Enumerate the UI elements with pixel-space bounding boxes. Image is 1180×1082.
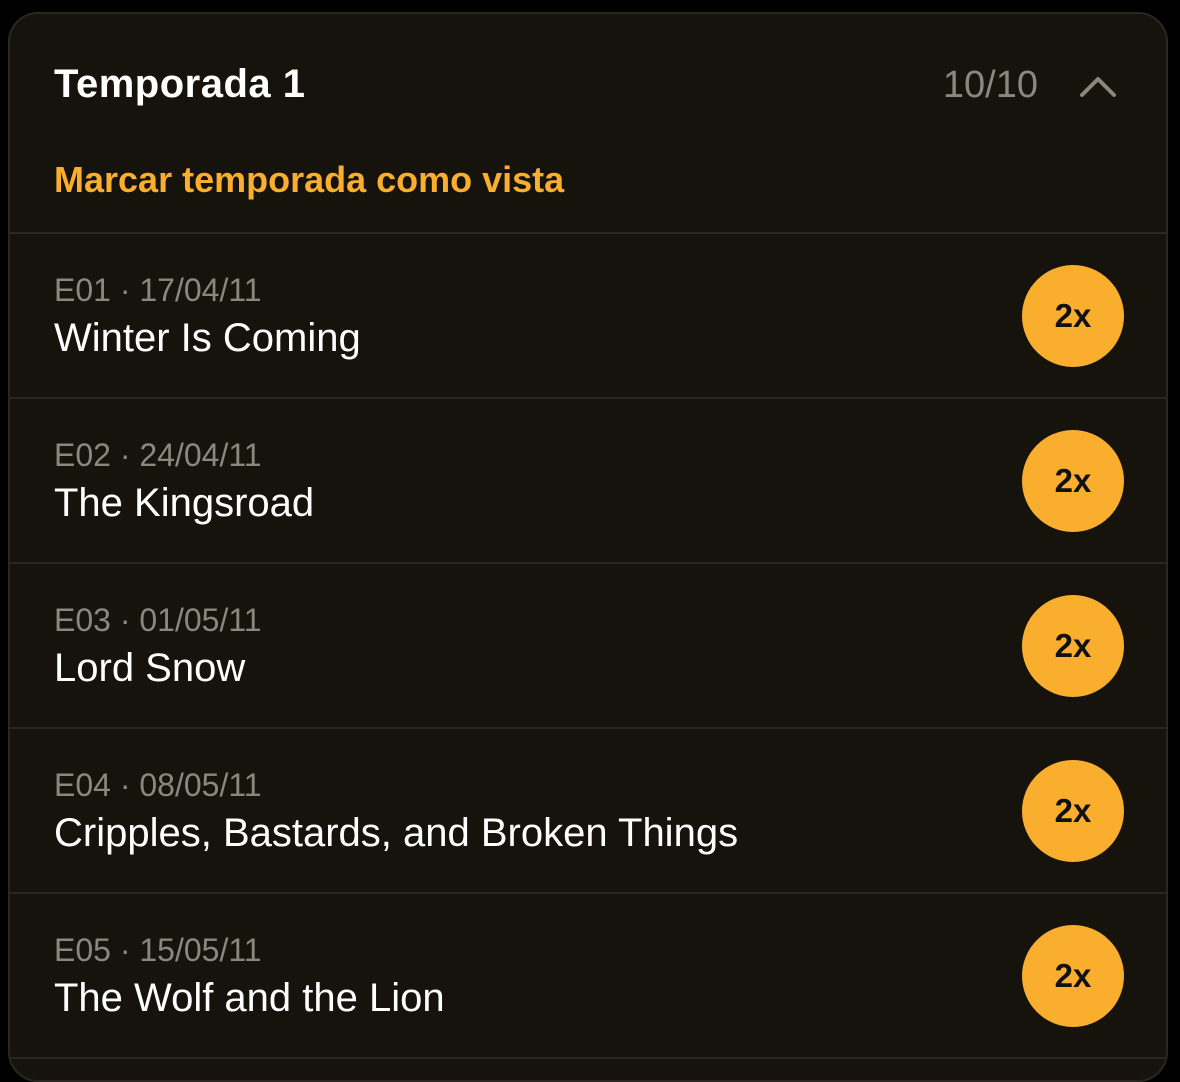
meta-separator: · xyxy=(119,932,131,968)
episode-row[interactable]: E02 · 24/04/11 The Kingsroad 2x xyxy=(10,399,1166,564)
collapse-button[interactable] xyxy=(1076,66,1120,106)
episode-code: E02 xyxy=(54,437,111,473)
mark-season-watched-link[interactable]: Marcar temporada como vista xyxy=(54,159,564,201)
meta-separator: · xyxy=(119,767,131,803)
episode-date: 15/05/11 xyxy=(139,932,262,968)
episode-meta: E03 · 01/05/11 xyxy=(54,602,262,639)
episode-date: 24/04/11 xyxy=(139,437,262,473)
episode-title: The Kingsroad xyxy=(54,481,315,525)
episode-meta: E02 · 24/04/11 xyxy=(54,437,262,474)
episode-date: 08/05/11 xyxy=(139,767,262,803)
watch-count-badge[interactable]: 2x xyxy=(1022,265,1124,367)
episode-row[interactable]: E05 · 15/05/11 The Wolf and the Lion 2x xyxy=(10,894,1166,1059)
episode-code: E04 xyxy=(54,767,111,803)
watch-count-badge[interactable]: 2x xyxy=(1022,595,1124,697)
season-title: Temporada 1 xyxy=(54,62,306,106)
episode-row[interactable]: E04 · 08/05/11 Cripples, Bastards, and B… xyxy=(10,729,1166,894)
episode-code: E03 xyxy=(54,602,111,638)
episode-row[interactable]: E03 · 01/05/11 Lord Snow 2x xyxy=(10,564,1166,729)
watch-count-badge[interactable]: 2x xyxy=(1022,760,1124,862)
episode-code: E05 xyxy=(54,932,111,968)
season-progress: 10/10 xyxy=(942,64,1038,106)
episode-title: Cripples, Bastards, and Broken Things xyxy=(54,811,739,855)
episode-meta: E04 · 08/05/11 xyxy=(54,767,262,804)
episode-title: The Wolf and the Lion xyxy=(54,976,445,1020)
episode-title: Lord Snow xyxy=(54,646,246,690)
chevron-up-icon xyxy=(1080,77,1116,97)
episode-code: E01 xyxy=(54,272,111,308)
episode-meta: E01 · 17/04/11 xyxy=(54,272,262,309)
episode-date: 17/04/11 xyxy=(139,272,262,308)
meta-separator: · xyxy=(119,272,131,308)
episode-date: 01/05/11 xyxy=(139,602,262,638)
episode-title: Winter Is Coming xyxy=(54,316,361,360)
episode-row[interactable]: E01 · 17/04/11 Winter Is Coming 2x xyxy=(10,234,1166,399)
season-card: Temporada 1 10/10 Marcar temporada como … xyxy=(8,12,1168,1082)
season-header: Temporada 1 10/10 Marcar temporada como … xyxy=(10,14,1166,234)
meta-separator: · xyxy=(119,602,131,638)
watch-count-badge[interactable]: 2x xyxy=(1022,925,1124,1027)
watch-count-badge[interactable]: 2x xyxy=(1022,430,1124,532)
meta-separator: · xyxy=(119,437,131,473)
episode-meta: E05 · 15/05/11 xyxy=(54,932,262,969)
